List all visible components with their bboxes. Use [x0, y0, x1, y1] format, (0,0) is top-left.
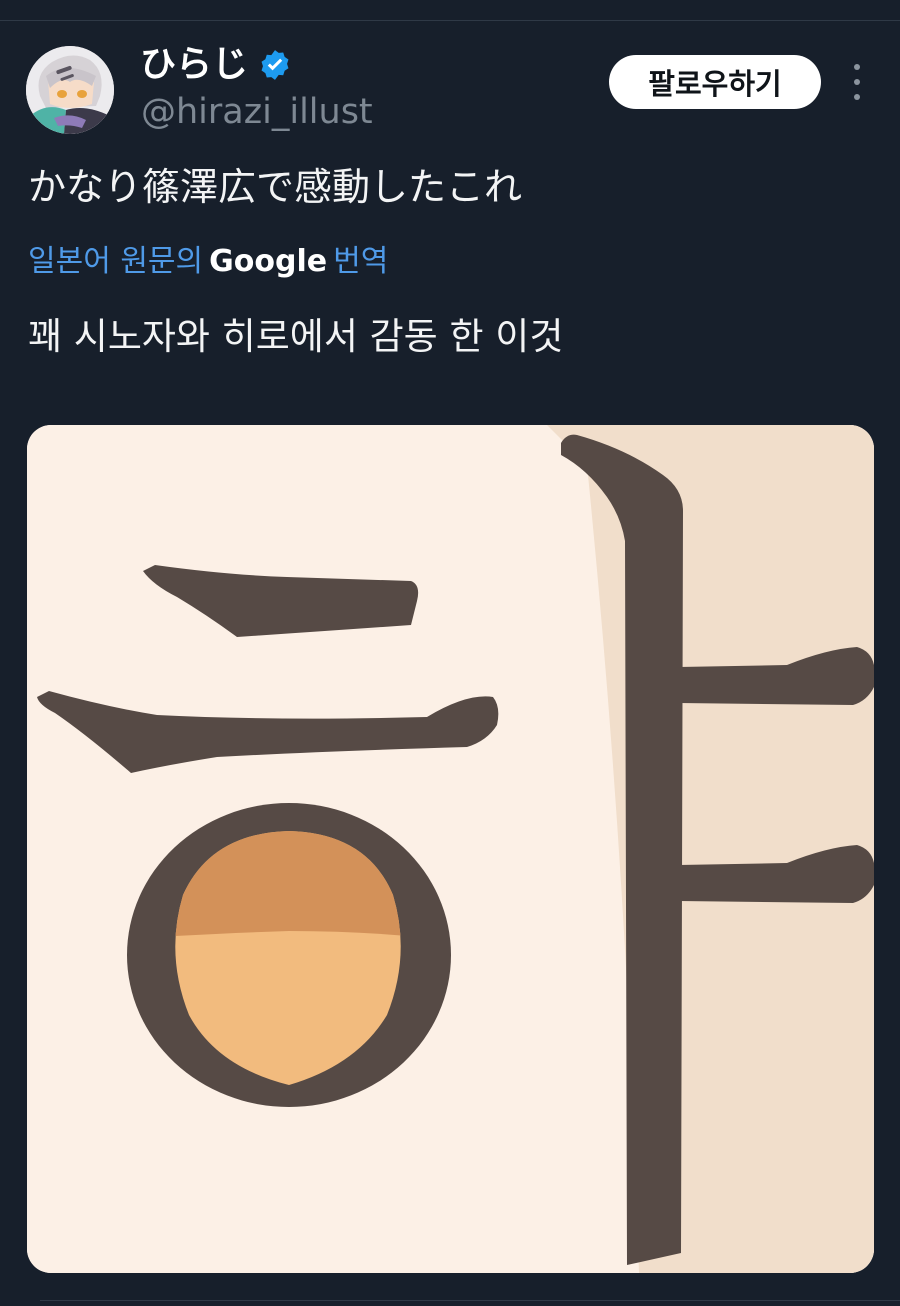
- more-dot-icon: [854, 79, 860, 85]
- bottom-divider: [40, 1300, 900, 1301]
- tweet-image[interactable]: [27, 425, 874, 1273]
- hangul-character-illustration-icon: [27, 425, 874, 1273]
- translation-prefix[interactable]: 일본어 원문의: [28, 244, 203, 279]
- google-wordmark: Google: [209, 244, 328, 279]
- tweet-text: かなり篠澤広で感動したこれ: [28, 165, 523, 209]
- anime-girl-avatar-icon: [26, 46, 114, 134]
- translation-suffix[interactable]: 번역: [333, 244, 388, 279]
- more-options-button[interactable]: [846, 64, 868, 100]
- translation-attribution[interactable]: 일본어 원문의 Google 번역: [28, 240, 388, 284]
- top-divider: [0, 0, 900, 21]
- translated-text: 꽤 시노자와 히로에서 감동 한 이것: [28, 315, 564, 358]
- follow-button[interactable]: 팔로우하기: [609, 55, 821, 109]
- more-dot-icon: [854, 94, 860, 100]
- avatar[interactable]: [26, 46, 114, 134]
- display-name[interactable]: ひらじ: [140, 42, 248, 88]
- user-handle[interactable]: @hirazi_illust: [141, 90, 373, 134]
- verified-badge-icon: [261, 50, 289, 80]
- display-name-row[interactable]: ひらじ: [140, 42, 292, 88]
- more-dot-icon: [854, 64, 860, 70]
